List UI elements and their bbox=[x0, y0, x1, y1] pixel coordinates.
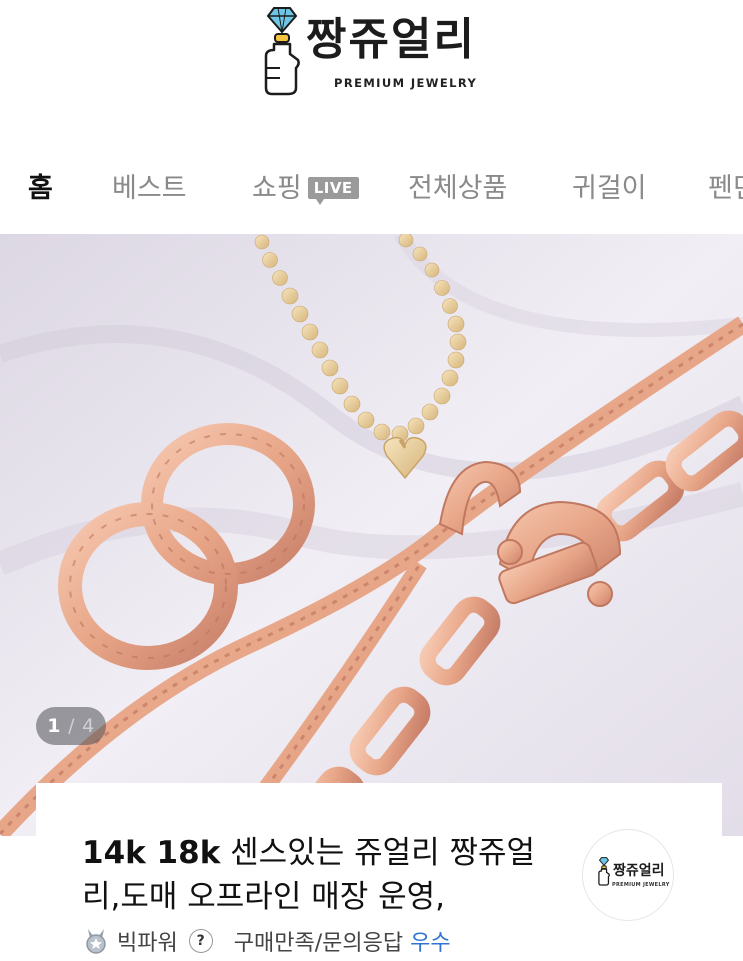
store-header: 짱쥬얼리 PREMIUM JEWELRY bbox=[0, 0, 743, 120]
tab-shopping-label: 쇼핑 bbox=[252, 173, 302, 204]
hero-banner[interactable]: 1 / 4 bbox=[0, 234, 743, 836]
avatar-logo-icon bbox=[598, 857, 610, 886]
store-info-card: 14k 18k 센스있는 쥬얼리 짱쥬얼리,도매 오프라인 매장 운영, 짱쥬얼… bbox=[36, 783, 722, 961]
medal-icon bbox=[86, 929, 106, 954]
avatar-title: 짱쥬얼리 bbox=[613, 863, 665, 879]
slide-page-indicator: 1 / 4 bbox=[36, 707, 106, 745]
store-title[interactable]: 14k 18k 센스있는 쥬얼리 짱쥬얼리,도매 오프라인 매장 운영, bbox=[82, 831, 562, 919]
store-avatar[interactable]: 짱쥬얼리 PREMIUM JEWELRY bbox=[582, 829, 674, 921]
tab-home[interactable]: 홈 bbox=[28, 166, 53, 205]
tab-earrings[interactable]: 귀걸이 bbox=[572, 166, 647, 205]
tab-best[interactable]: 베스트 bbox=[112, 166, 187, 205]
rating-value: 우수 bbox=[410, 931, 451, 956]
hero-jewelry-image bbox=[0, 234, 743, 836]
avatar-subtitle: PREMIUM JEWELRY bbox=[612, 882, 670, 888]
store-title-bold: 14k 18k bbox=[82, 835, 221, 871]
badge-label: 빅파워 bbox=[117, 931, 178, 956]
logo-subtitle: PREMIUM JEWELRY bbox=[334, 76, 478, 90]
tab-all-products[interactable]: 전체상품 bbox=[408, 166, 507, 205]
page-total: 4 bbox=[82, 715, 95, 737]
rating-label: 구매만족/문의응답 bbox=[233, 931, 404, 956]
logo-title: 짱쥬얼리 bbox=[306, 14, 476, 65]
diamond-thumb-logo-icon bbox=[264, 7, 300, 96]
live-badge: LIVE bbox=[307, 177, 359, 205]
tab-shopping-live[interactable]: 쇼핑 LIVE bbox=[252, 166, 359, 205]
page-separator: / bbox=[68, 715, 76, 737]
page-current: 1 bbox=[47, 715, 61, 737]
tab-pendant[interactable]: 펜던트 bbox=[708, 166, 743, 205]
store-logo[interactable]: 짱쥬얼리 PREMIUM JEWELRY bbox=[260, 4, 500, 96]
help-icon[interactable]: ? bbox=[188, 929, 213, 953]
store-meta: 빅파워 ? 구매만족/문의응답 우수 bbox=[82, 925, 451, 957]
category-nav: 홈 베스트 쇼핑LIVE 전체상품 귀걸이 펜던트 bbox=[0, 150, 743, 226]
